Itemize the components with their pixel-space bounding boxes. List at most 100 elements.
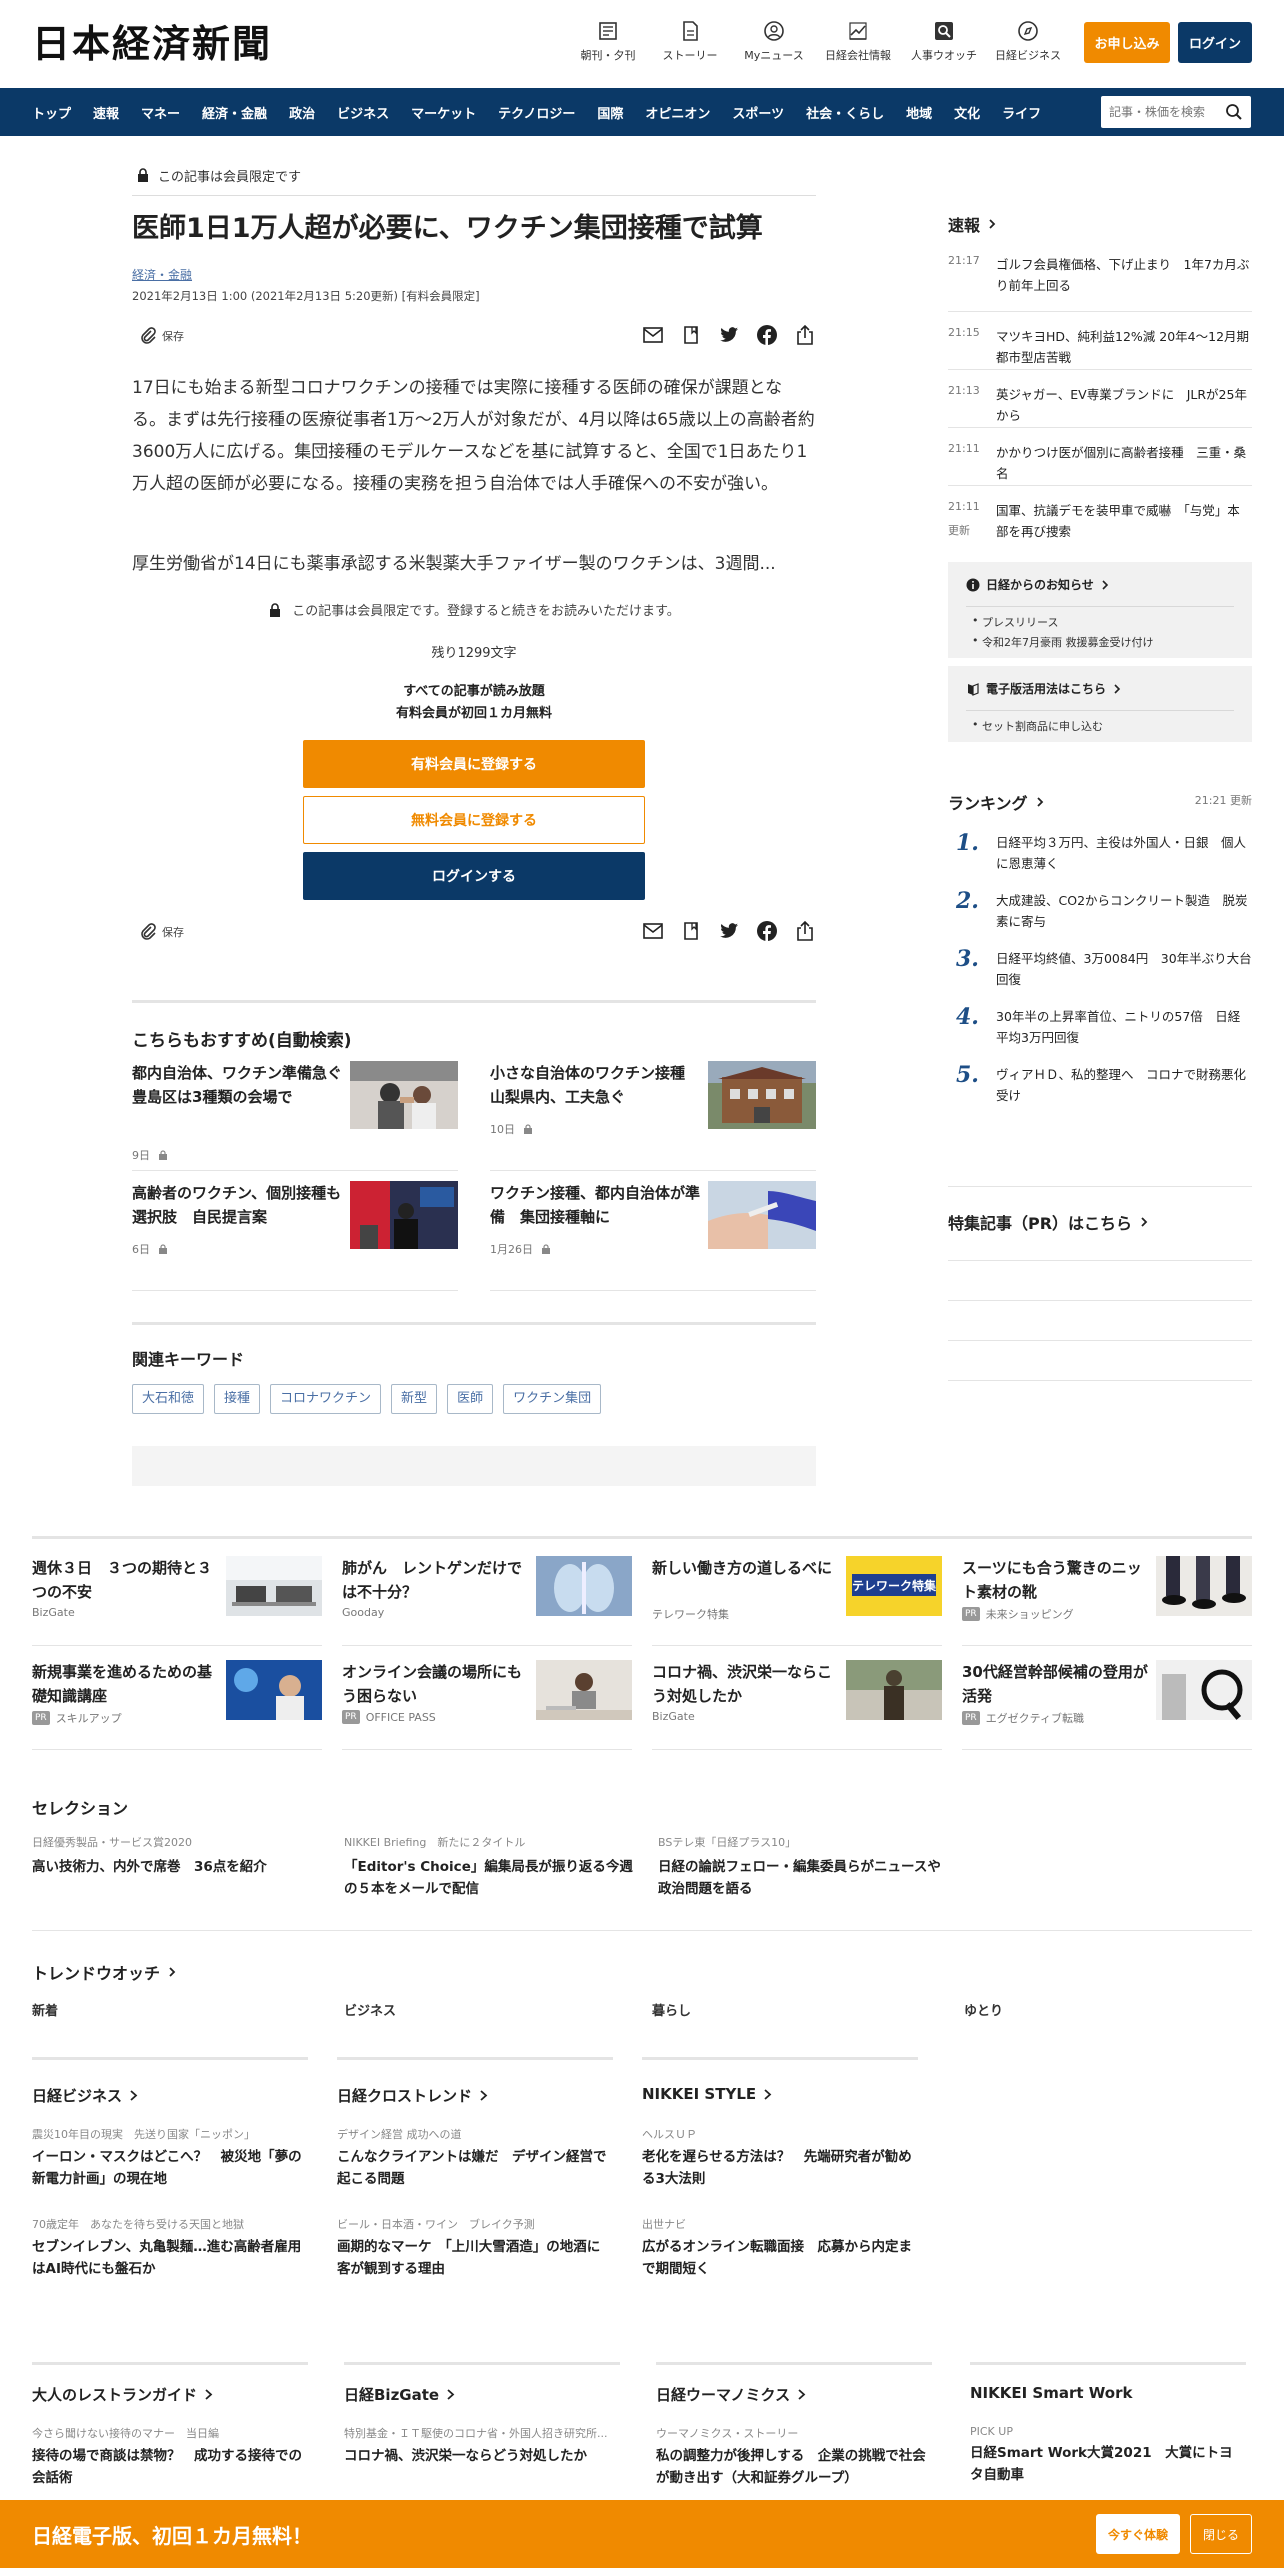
mail-icon[interactable] (642, 324, 664, 346)
media-article[interactable]: ビール・日本酒・ワイン ブレイク予測 画期的なマーケ 「上川大雪酒造」の地酒に客… (337, 2216, 613, 2280)
register-paid-button[interactable]: 有料会員に登録する (303, 740, 645, 788)
bottom-media-heading[interactable]: 日経BizGate (344, 2384, 456, 2405)
selection-item[interactable]: BSテレ東「日経プラス10」 日経の論説フェロー・編集委員らがニュースや政治問題… (658, 1834, 948, 1900)
close-banner-button[interactable]: 閉じる (1190, 2514, 1252, 2554)
nav-story[interactable]: ストーリー (650, 20, 730, 70)
gnav-item-international[interactable]: 国際 (586, 103, 634, 122)
save-button[interactable]: 保存 (138, 922, 184, 942)
sokuho-heading[interactable]: 速報 (948, 212, 998, 236)
sokuho-item[interactable]: 21:17 ゴルフ会員権価格、下げ止まり 1年7カ月ぶり前年上回る (948, 254, 1252, 312)
share-icon[interactable] (794, 324, 816, 346)
ad-article[interactable]: コロナ禍、渋沢栄一ならこう対処したか BizGate (652, 1660, 942, 1750)
site-logo[interactable]: 日本経済新聞 (32, 22, 272, 66)
bottom-media-article[interactable]: ウーマノミクス・ストーリー 私の調整力が後押しする 企業の挑戦で社会が動き出す（… (656, 2425, 932, 2489)
gnav-item-politics[interactable]: 政治 (278, 103, 326, 122)
recommend-item[interactable]: 高齢者のワクチン、個別接種も選択肢 自民提言案 6日 (132, 1181, 458, 1291)
selection-item[interactable]: 日経優秀製品・サービス賞2020 高い技術力、内外で席巻 36点を紹介 (32, 1834, 322, 1878)
gnav-item-opinion[interactable]: オピニオン (634, 103, 721, 122)
media-heading[interactable]: 日経ビジネス (32, 2085, 139, 2106)
media-article[interactable]: 70歳定年 あなたを待ち受ける天国と地獄 セブンイレブン、丸亀製麺…進む高齢者雇… (32, 2216, 308, 2280)
ranking-heading[interactable]: ランキング (948, 790, 1046, 814)
pr-features-heading[interactable]: 特集記事（PR）はこちら (948, 1210, 1150, 1234)
gnav-item-technology[interactable]: テクノロジー (487, 103, 586, 122)
twitter-icon[interactable] (718, 324, 740, 346)
trend-watch-heading[interactable]: トレンドウオッチ (32, 1960, 178, 1984)
sokuho-item[interactable]: 21:13 英ジャガー、EV専業ブランドに JLRが25年から (948, 370, 1252, 428)
register-free-button[interactable]: 無料会員に登録する (303, 796, 645, 844)
gnav-item-market[interactable]: マーケット (400, 103, 487, 122)
keyword-tag[interactable]: 接種 (214, 1384, 261, 1414)
memo-icon[interactable] (680, 920, 702, 942)
ad-article[interactable]: 新規事業を進めるための基礎知識講座 PR スキルアップ (32, 1660, 322, 1750)
bottom-media-heading[interactable]: 大人のレストランガイド (32, 2384, 214, 2405)
gnav-item-life[interactable]: ライフ (991, 103, 1052, 122)
bottom-media-heading[interactable]: NIKKEI Smart Work (970, 2384, 1132, 2402)
media-article[interactable]: ヘルスＵＰ 老化を遅らせる方法は？ 先端研究者が勧める3大法則 (642, 2126, 918, 2190)
twitter-icon[interactable] (718, 920, 740, 942)
gnav-item-economy[interactable]: 経済・金融 (191, 103, 278, 122)
sokuho-item[interactable]: 21:15 マツキヨHD、純利益12%減 20年4～12月期 都市型店苦戦 (948, 312, 1252, 370)
trend-tab-living[interactable]: 暮らし (652, 2000, 691, 2019)
facebook-icon[interactable] (756, 324, 778, 346)
sokuho-item[interactable]: 21:11 更新 国軍、抗議デモを装甲車で威嚇 「与党」本部を再び捜索 (948, 486, 1252, 546)
media-heading[interactable]: 日経クロストレンド (337, 2085, 489, 2106)
trend-tab-business[interactable]: ビジネス (344, 2000, 396, 2019)
gnav-item-region[interactable]: 地域 (895, 103, 943, 122)
bottom-media-article[interactable]: 今さら聞けない接待のマナー 当日編 接待の場で商談は禁物？ 成功する接待での会話… (32, 2425, 308, 2489)
keyword-tag[interactable]: 新型 (391, 1384, 438, 1414)
login-article-button[interactable]: ログインする (303, 852, 645, 900)
article-category-link[interactable]: 経済・金融 (132, 266, 192, 283)
epaper-link[interactable]: セット割商品に申し込む (972, 718, 1103, 734)
memo-icon[interactable] (680, 324, 702, 346)
keyword-tag[interactable]: 大石和徳 (132, 1384, 205, 1414)
nav-company-info[interactable]: 日経会社情報 (818, 20, 898, 70)
ad-article[interactable]: オンライン会議の場所にもう困らない PR OFFICE PASS (342, 1660, 632, 1750)
gnav-item-business[interactable]: ビジネス (326, 103, 400, 122)
media-article[interactable]: デザイン経営 成功への道 こんなクライアントは嫌だ デザイン経営で起こる問題 (337, 2126, 613, 2190)
media-article[interactable]: 震災10年目の現実 先送り国家「ニッポン」 イーロン・マスクはどこへ？ 被災地「… (32, 2126, 308, 2190)
mail-icon[interactable] (642, 920, 664, 942)
info-link[interactable]: プレスリリース (972, 614, 1059, 630)
sokuho-item[interactable]: 21:11 かかりつけ医が個別に高齢者接種 三重・桑名 (948, 428, 1252, 486)
facebook-icon[interactable] (756, 920, 778, 942)
save-button[interactable]: 保存 (138, 326, 184, 346)
gnav-item-culture[interactable]: 文化 (943, 103, 991, 122)
search-icon[interactable] (1225, 103, 1243, 121)
recommend-item[interactable]: 小さな自治体のワクチン接種 山梨県内、工夫急ぐ 10日 (490, 1061, 816, 1171)
gnav-item-sports[interactable]: スポーツ (721, 103, 795, 122)
gnav-item-society[interactable]: 社会・くらし (795, 103, 895, 122)
keyword-tag[interactable]: 医師 (447, 1384, 494, 1414)
info-link[interactable]: 令和2年7月豪雨 救援募金受け付け (972, 634, 1153, 650)
gnav-item-money[interactable]: マネー (130, 103, 191, 122)
nikkei-info-heading[interactable]: 日経からのお知らせ (966, 576, 1110, 593)
ad-article[interactable]: 週休３日 ３つの期待と３つの不安 BizGate (32, 1556, 322, 1646)
keyword-tag[interactable]: ワクチン集団 (503, 1384, 602, 1414)
gnav-item-top[interactable]: トップ (21, 103, 82, 122)
try-now-button[interactable]: 今すぐ体験 (1096, 2514, 1180, 2554)
media-heading[interactable]: NIKKEI STYLE (642, 2085, 773, 2103)
recommend-item[interactable]: 都内自治体、ワクチン準備急ぐ 豊島区は3種類の会場で 9日 (132, 1061, 458, 1171)
bottom-media-article[interactable]: 特別基金・ＩＴ駆使のコロナ省・外国人招き研究所... コロナ禍、渋沢栄一ならどう… (344, 2425, 620, 2467)
trend-tab-leisure[interactable]: ゆとり (964, 2000, 1003, 2019)
nav-my-news[interactable]: Myニュース (734, 20, 814, 70)
epaper-guide-heading[interactable]: 電子版活用法はこちら (966, 680, 1122, 697)
nav-nikkei-business[interactable]: 日経ビジネス (988, 20, 1068, 70)
ad-article[interactable]: スーツにも合う驚きのニット素材の靴 PR 未来ショッピング (962, 1556, 1252, 1646)
login-button[interactable]: ログイン (1178, 22, 1252, 63)
subscribe-button[interactable]: お申し込み (1084, 22, 1170, 63)
search-input[interactable] (1109, 102, 1219, 122)
gnav-item-sokuho[interactable]: 速報 (82, 103, 130, 122)
media-article[interactable]: 出世ナビ 広がるオンライン転職面接 応募から内定まで期間短く (642, 2216, 918, 2280)
bottom-media-heading[interactable]: 日経ウーマノミクス (656, 2384, 807, 2405)
nav-morning-evening[interactable]: 朝刊・夕刊 (568, 20, 648, 70)
keyword-tag[interactable]: コロナワクチン (270, 1384, 382, 1414)
ad-article[interactable]: 新しい働き方の道しるべに テレワーク特集 テレワーク特集 (652, 1556, 942, 1646)
ad-article[interactable]: 30代経営幹部候補の登用が活発 PR エグゼクティブ転職 (962, 1660, 1252, 1750)
selection-item[interactable]: NIKKEI Briefing 新たに２タイトル 「Editor's Choic… (344, 1834, 634, 1900)
nav-personnel-watch[interactable]: 人事ウオッチ (904, 20, 984, 70)
bottom-media-article[interactable]: PICK UP 日経Smart Work大賞2021 大賞にトヨタ自動車 (970, 2425, 1246, 2486)
share-icon[interactable] (794, 920, 816, 942)
recommend-item[interactable]: ワクチン接種、都内自治体が準備 集団接種軸に 1月26日 (490, 1181, 816, 1291)
trend-tab-new[interactable]: 新着 (32, 2000, 58, 2019)
ad-article[interactable]: 肺がん レントゲンだけでは不十分？ Gooday (342, 1556, 632, 1646)
